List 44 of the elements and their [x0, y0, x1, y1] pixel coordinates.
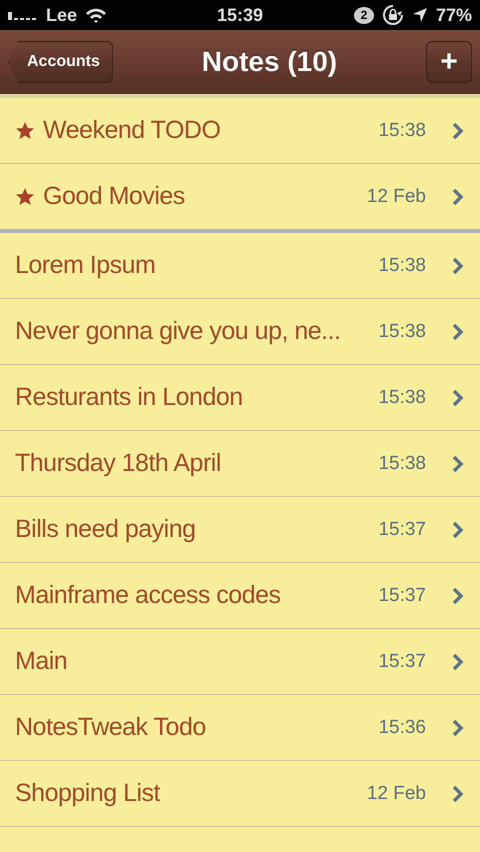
- chevron-icon: [452, 122, 464, 140]
- note-title[interactable]: Resturants in London: [15, 383, 370, 412]
- chevron-icon: [452, 652, 464, 670]
- notification-badge: 2: [354, 6, 374, 24]
- clock-time: 15:39: [216, 4, 264, 26]
- add-button[interactable]: +: [426, 41, 472, 83]
- note-time: 12 Feb: [366, 186, 426, 208]
- note-time: 15:38: [378, 386, 426, 408]
- note-time: 15:38: [378, 320, 426, 342]
- note-time: 15:38: [378, 254, 426, 276]
- note-title[interactable]: Shopping List: [15, 779, 359, 808]
- note-time: 15:38: [378, 120, 426, 142]
- back-button[interactable]: Accounts: [8, 41, 113, 83]
- chevron-icon: [452, 586, 464, 604]
- wifi-icon: [85, 7, 108, 23]
- note-title[interactable]: NotesTweak Todo: [15, 713, 370, 742]
- note-title[interactable]: Lorem Ipsum: [15, 251, 370, 280]
- note-time: 15:38: [378, 452, 426, 474]
- note-title[interactable]: Main: [15, 647, 370, 676]
- chevron-icon: [452, 784, 464, 802]
- rotation-lock-icon: [382, 4, 404, 26]
- note-title[interactable]: Never gonna give you up, ne...: [15, 317, 370, 346]
- note-time: 15:36: [378, 716, 426, 738]
- carrier-name: Lee: [46, 4, 78, 26]
- note-title[interactable]: Mainframe access codes: [15, 581, 370, 610]
- note-title[interactable]: Good Movies: [43, 182, 359, 211]
- chevron-icon: [452, 520, 464, 538]
- note-time: 15:37: [378, 650, 426, 672]
- chevron-icon: [452, 718, 464, 736]
- note-title[interactable]: Bills need paying: [15, 515, 370, 544]
- screen-title: Notes (10): [202, 46, 338, 78]
- location-arrow-icon: [412, 7, 428, 23]
- chevron-icon: [452, 256, 464, 274]
- signal-icon: [8, 10, 38, 20]
- note-time: 15:37: [378, 584, 426, 606]
- battery-percentage: 77%: [436, 4, 472, 26]
- chevron-icon: [452, 388, 464, 406]
- note-time: 15:37: [378, 518, 426, 540]
- note-title[interactable]: Weekend TODO: [43, 116, 370, 145]
- chevron-icon: [452, 322, 464, 340]
- note-title[interactable]: Thursday 18th April: [15, 449, 370, 478]
- note-time: 12 Feb: [366, 782, 426, 804]
- chevron-icon: [452, 454, 464, 472]
- chevron-icon: [452, 188, 464, 206]
